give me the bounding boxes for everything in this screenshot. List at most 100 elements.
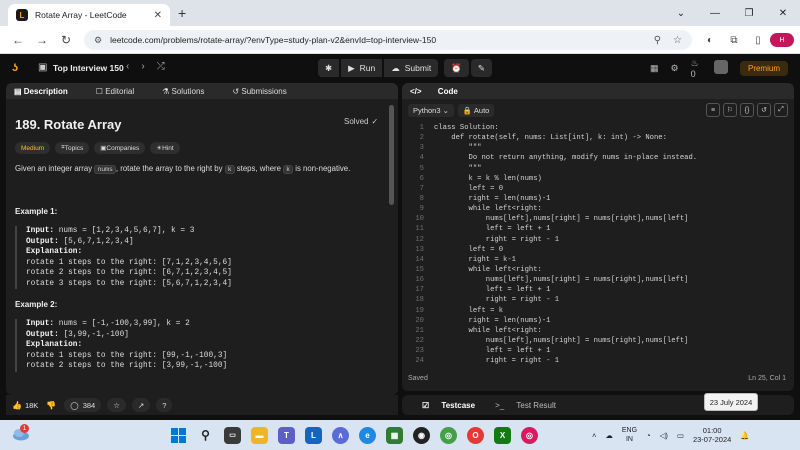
favorite-button[interactable]: ☆ xyxy=(107,398,126,412)
layout-icon[interactable]: ▦ xyxy=(650,63,659,74)
url-text[interactable]: leetcode.com/problems/rotate-array/?envT… xyxy=(110,35,642,45)
code-line[interactable]: 10 nums[left],nums[right] = nums[right],… xyxy=(402,214,794,224)
close-tab-icon[interactable]: ✕ xyxy=(154,10,162,21)
run-button[interactable]: ▶ Run xyxy=(341,59,383,77)
code-line[interactable]: 3 """ xyxy=(402,143,794,153)
braces-icon[interactable]: {} xyxy=(740,103,754,117)
code-line[interactable]: 16 nums[left],nums[right] = nums[right],… xyxy=(402,275,794,285)
topics-tag[interactable]: ⌗ Topics xyxy=(55,142,90,154)
streak-counter[interactable]: ♨ 0 xyxy=(691,58,702,79)
tab-editorial[interactable]: ☐ Editorial xyxy=(96,87,148,96)
leetcode-logo-icon[interactable]: ʖ xyxy=(12,62,18,74)
code-line[interactable]: 13 left = 0 xyxy=(402,245,794,255)
learning-app-icon[interactable]: L xyxy=(305,426,322,444)
next-problem-icon[interactable]: › xyxy=(141,61,144,72)
zoom-icon[interactable]: ⚲ xyxy=(654,35,661,46)
code-line[interactable]: 8 right = len(nums)-1 xyxy=(402,194,794,204)
address-bar[interactable]: ⚙ leetcode.com/problems/rotate-array/?en… xyxy=(84,30,692,50)
fullscreen-icon[interactable]: ⤢ xyxy=(774,103,788,117)
code-tab[interactable]: </> Code xyxy=(410,87,472,96)
comments-button[interactable]: ◯ 384 xyxy=(64,398,102,412)
like-button[interactable]: 👍 18K xyxy=(12,401,38,410)
code-line[interactable]: 22 nums[left],nums[right] = nums[right],… xyxy=(402,336,794,346)
chevron-up-icon[interactable]: ˄ xyxy=(592,431,596,440)
problem-title[interactable]: 189. Rotate Array xyxy=(15,117,121,132)
code-line[interactable]: 19 left = k xyxy=(402,306,794,316)
battery-icon[interactable]: ▭ xyxy=(677,431,684,440)
format-icon[interactable]: ≡ xyxy=(706,103,720,117)
volume-icon[interactable]: ◁) xyxy=(660,431,668,440)
tab-search-icon[interactable]: ⌄ xyxy=(664,8,698,19)
description-scroll-thumb[interactable] xyxy=(389,105,394,205)
tab-description[interactable]: ▤ Description xyxy=(14,87,82,96)
edge-icon[interactable]: e xyxy=(359,426,376,444)
chrome-icon[interactable]: ◎ xyxy=(440,426,457,444)
code-line[interactable]: 5 """ xyxy=(402,164,794,174)
tab-submissions[interactable]: ↺ Submissions xyxy=(232,87,300,96)
bookmark-icon[interactable]: ⚐ xyxy=(723,103,737,117)
prev-problem-icon[interactable]: ‹ xyxy=(126,61,129,72)
profile-avatar[interactable]: H xyxy=(770,33,794,47)
code-editor[interactable]: 1 class Solution: 2 def rotate(self, nums:… xyxy=(402,123,794,371)
tab-solutions[interactable]: ⚗ Solutions xyxy=(162,87,218,96)
user-avatar[interactable] xyxy=(713,60,728,74)
hint-tag[interactable]: ☀ Hint xyxy=(150,142,180,154)
language-select[interactable]: Python3 ⌄ xyxy=(408,103,454,117)
forward-icon[interactable]: → xyxy=(30,33,54,47)
teams-icon[interactable]: T xyxy=(278,426,295,444)
code-line[interactable]: 12 right = right - 1 xyxy=(402,235,794,245)
share-button[interactable]: ↗ xyxy=(131,398,151,412)
code-line[interactable]: 6 k = k % len(nums) xyxy=(402,174,794,184)
code-line[interactable]: 9 while left<right: xyxy=(402,204,794,214)
search-icon[interactable]: ⚲ xyxy=(197,427,214,444)
test-result-tab[interactable]: >_ Test Result xyxy=(485,401,556,410)
task-view-icon[interactable]: ▭ xyxy=(224,426,241,444)
menu-icon[interactable]: ⋮ xyxy=(794,35,800,46)
thumbs-down-icon[interactable]: 👎 xyxy=(46,401,56,410)
code-line[interactable]: 24 right = right - 1 xyxy=(402,356,794,366)
language-indicator[interactable]: ENG IN xyxy=(622,426,637,444)
code-line[interactable]: 7 left = 0 xyxy=(402,184,794,194)
chrome-profile-icon[interactable]: ◎ xyxy=(521,426,538,444)
minimize-icon[interactable]: — xyxy=(698,8,732,19)
store-icon[interactable]: ▦ xyxy=(386,426,403,444)
settings-icon[interactable]: ⚙ xyxy=(671,63,679,74)
code-line[interactable]: 14 right = k-1 xyxy=(402,255,794,265)
close-window-icon[interactable]: ✕ xyxy=(766,8,800,19)
timer-button[interactable]: ⏰ xyxy=(444,59,469,77)
bookmark-star-icon[interactable]: ☆ xyxy=(673,35,682,46)
maximize-icon[interactable]: ❐ xyxy=(732,8,766,19)
onedrive-icon[interactable]: ☁ xyxy=(605,431,613,440)
study-plan-title[interactable]: Top Interview 150 xyxy=(53,63,124,73)
reload-icon[interactable]: ↻ xyxy=(54,33,78,47)
sidepanel-icon[interactable]: ▯ xyxy=(746,35,770,46)
windows-start-icon[interactable] xyxy=(170,427,187,444)
code-line[interactable]: 23 left = left + 1 xyxy=(402,346,794,356)
submit-button[interactable]: ☁ Submit xyxy=(384,59,439,77)
code-line[interactable]: 21 while left<right: xyxy=(402,326,794,336)
code-line[interactable]: 17 left = left + 1 xyxy=(402,285,794,295)
notifications-icon[interactable]: 🔔 xyxy=(740,431,749,440)
code-line[interactable]: 18 right = right - 1 xyxy=(402,295,794,305)
xbox-icon[interactable]: X xyxy=(494,426,511,444)
notes-button[interactable]: ✎ xyxy=(470,59,492,77)
github-icon[interactable]: ◉ xyxy=(413,426,430,444)
code-line[interactable]: 20 right = len(nums)-1 xyxy=(402,316,794,326)
debug-button[interactable]: ✱ xyxy=(318,59,340,77)
copilot-icon[interactable]: ∧ xyxy=(332,426,349,444)
wifi-icon[interactable]: ◔ xyxy=(646,431,651,440)
browser-tab[interactable]: L Rotate Array - LeetCode ✕ xyxy=(8,4,170,26)
file-explorer-icon[interactable]: ▬ xyxy=(251,426,268,444)
shuffle-icon[interactable]: ⤮ xyxy=(157,61,165,72)
help-button[interactable]: ? xyxy=(156,398,173,412)
code-line[interactable]: 2 def rotate(self, nums: List[int], k: i… xyxy=(402,133,794,143)
clock[interactable]: 01:00 23-07-2024 xyxy=(693,426,731,444)
extension-icon[interactable]: ◐ xyxy=(698,35,722,46)
code-line[interactable]: 15 while left<right: xyxy=(402,265,794,275)
back-icon[interactable]: ← xyxy=(6,33,30,47)
reset-icon[interactable]: ↺ xyxy=(757,103,771,117)
premium-button[interactable]: Premium xyxy=(739,60,788,76)
code-line[interactable]: 4 Do not return anything, modify nums in… xyxy=(402,153,794,163)
site-info-icon[interactable]: ⚙ xyxy=(94,35,102,46)
code-line[interactable]: 11 left = left + 1 xyxy=(402,224,794,234)
